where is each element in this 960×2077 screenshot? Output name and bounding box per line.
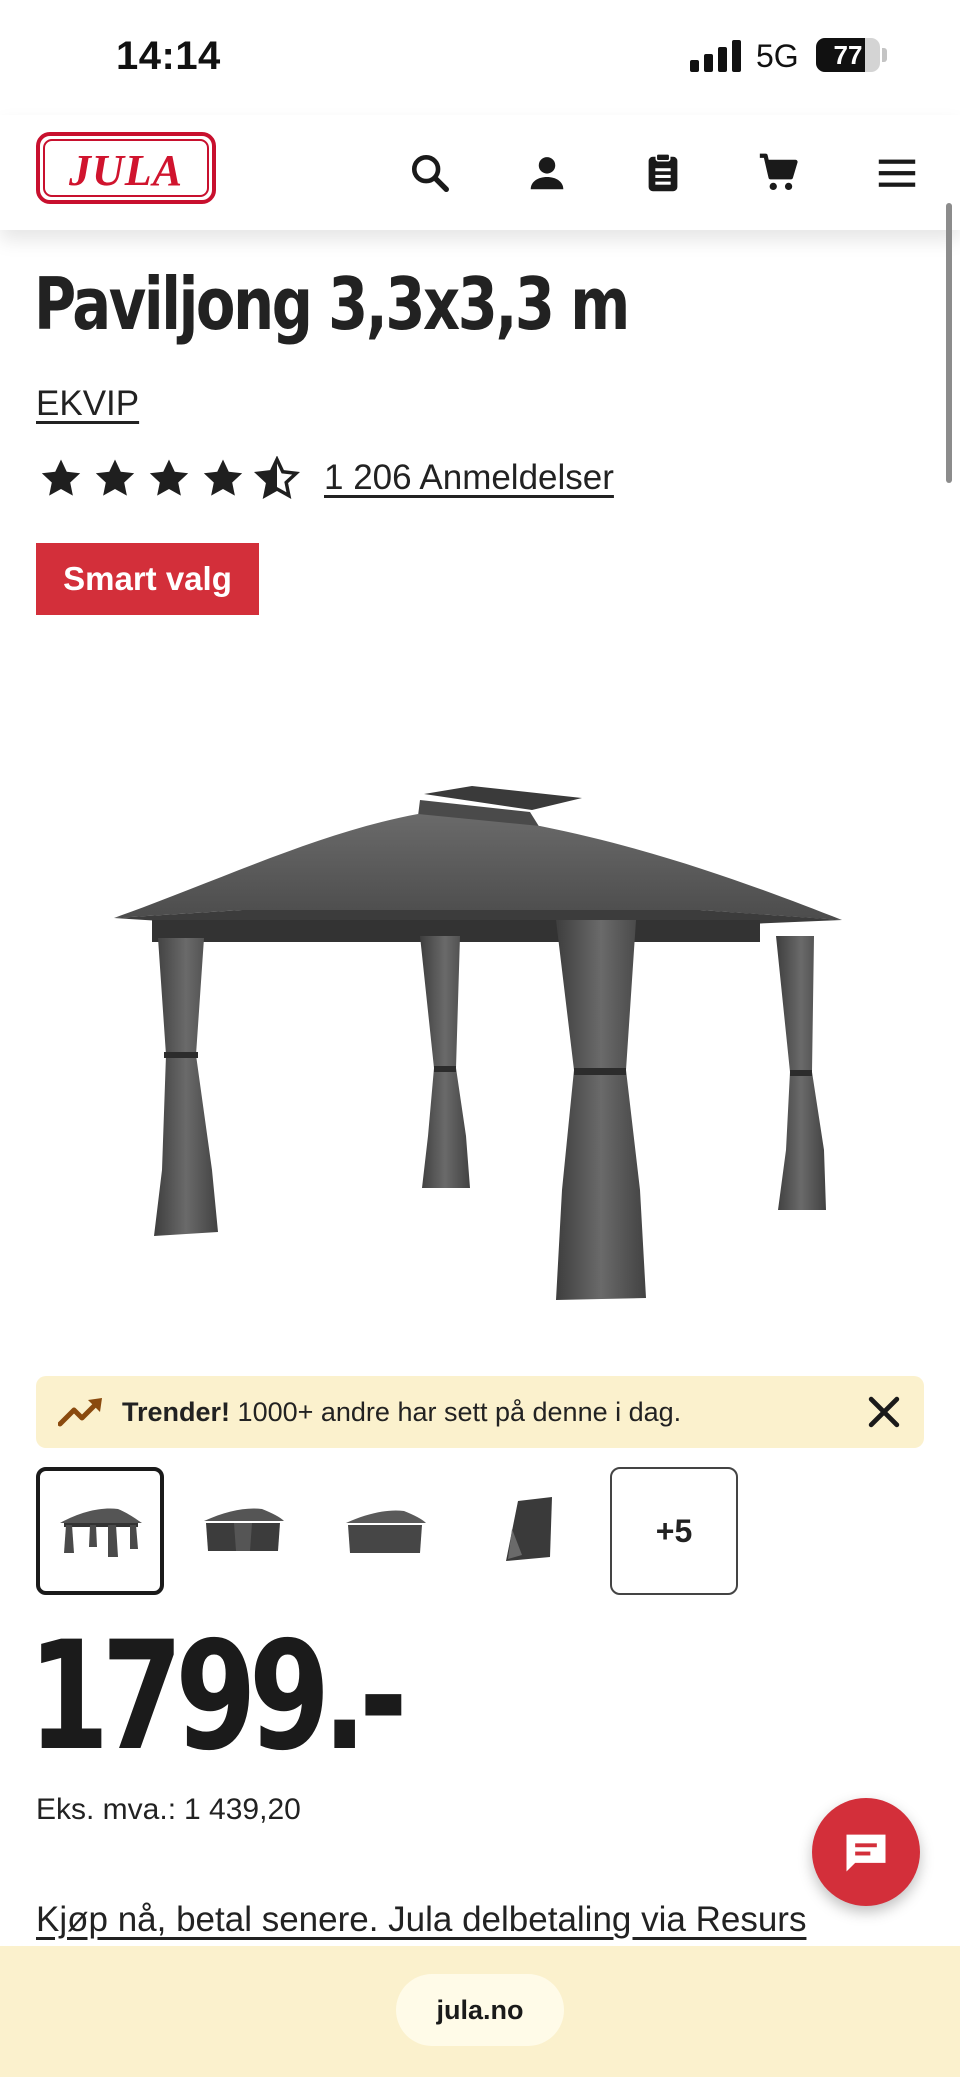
half-star-icon <box>254 456 300 500</box>
battery-percent: 77 <box>833 40 863 70</box>
product-price: 1799.- <box>28 1610 408 1784</box>
gazebo-walls-thumb <box>204 1508 284 1551</box>
trend-banner: Trender! 1000+ andre har sett på denne i… <box>36 1376 924 1448</box>
price-ex-vat: Eks. mva.: 1 439,20 <box>36 1793 301 1827</box>
battery-tip <box>882 48 887 62</box>
page-scrollbar[interactable] <box>946 203 952 483</box>
search-icon[interactable] <box>402 145 458 201</box>
trend-title: Trender! <box>122 1397 231 1427</box>
chat-button[interactable] <box>812 1798 920 1906</box>
network-type: 5G <box>756 38 799 74</box>
signal-icon <box>690 40 742 72</box>
status-time: 14:14 <box>116 34 221 78</box>
cart-icon[interactable] <box>751 145 807 201</box>
jula-logo[interactable]: JULA <box>36 132 216 204</box>
gallery-thumbnail-1[interactable] <box>36 1467 164 1595</box>
brand-link[interactable]: EKVIP <box>36 384 139 424</box>
gazebo-front-thumb <box>60 1508 142 1557</box>
star-icon <box>41 459 81 496</box>
url-bar[interactable]: jula.no <box>396 1974 564 2046</box>
smart-choice-badge: Smart valg <box>36 543 259 615</box>
star-icon <box>149 459 189 496</box>
account-icon[interactable] <box>519 145 575 201</box>
gazebo-product-image[interactable] <box>100 770 860 1330</box>
logo-frame: JULA <box>43 139 209 197</box>
gazebo-closed-thumb <box>346 1510 426 1553</box>
shopping-list-icon[interactable] <box>635 145 691 201</box>
gallery-thumbnail-3[interactable] <box>320 1467 448 1595</box>
site-header: JULA <box>0 115 960 230</box>
ex-vat-value: 1 439,20 <box>184 1793 301 1826</box>
gallery-thumbnail-4[interactable] <box>462 1467 590 1595</box>
trend-message: 1000+ andre har sett på denne i dag. <box>237 1397 682 1427</box>
status-bar: 14:14 5G 77 <box>0 0 960 115</box>
reviews-link[interactable]: 1 206 Anmeldelser <box>324 458 614 498</box>
menu-icon[interactable] <box>869 145 925 201</box>
side-wall-thumb <box>506 1497 552 1561</box>
installment-payment-link[interactable]: Kjøp nå, betal senere. Jula delbetaling … <box>36 1900 806 1940</box>
trend-text: Trender! 1000+ andre har sett på denne i… <box>122 1376 681 1448</box>
battery-icon: 77 <box>816 38 880 72</box>
close-icon[interactable] <box>862 1390 906 1434</box>
ex-vat-label: Eks. mva.: <box>36 1793 177 1826</box>
product-title: Paviljong 3,3x3,3 m <box>34 262 630 346</box>
logo-text: JULA <box>69 146 183 195</box>
chat-icon <box>846 1834 886 1872</box>
rating-stars[interactable] <box>38 456 300 504</box>
browser-bottom-bar: jula.no <box>0 1946 960 2077</box>
more-images-button[interactable]: +5 <box>610 1467 738 1595</box>
star-icon <box>203 459 243 496</box>
trending-up-icon <box>58 1398 102 1427</box>
star-icon <box>95 459 135 496</box>
gallery-thumbnail-2[interactable] <box>178 1467 306 1595</box>
